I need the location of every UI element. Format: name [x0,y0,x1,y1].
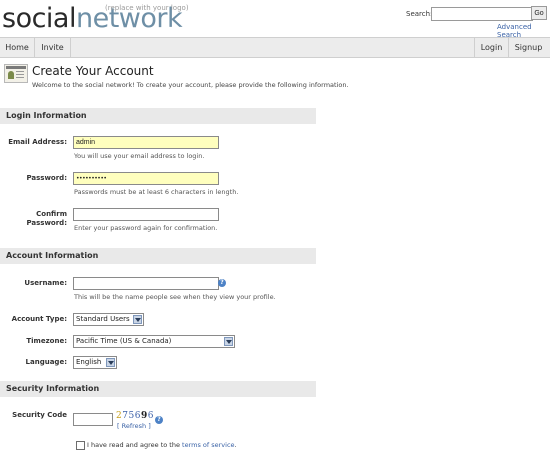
chevron-down-icon [224,337,233,346]
chevron-down-icon [133,315,142,324]
confirm-label-line2: Password: [26,219,67,227]
section-security-information: Security Information [0,381,316,397]
email-field[interactable] [73,136,219,149]
confirm-password-help: Enter your password again for confirmati… [74,224,218,232]
search-go-button[interactable]: Go [531,6,547,20]
chevron-down-icon [106,358,115,367]
help-icon[interactable]: ? [155,416,163,424]
agree-text: I have read and agree to the [87,441,183,449]
security-code-label: Security Code [12,411,67,419]
password-help: Passwords must be at least 6 characters … [74,188,239,196]
account-card-icon [4,64,28,83]
timezone-select[interactable]: Pacific Time (US & Canada) [73,335,235,348]
logo-note: (replace with your logo) [105,4,189,12]
search-label: Search: [406,10,433,18]
username-help: This will be the name people see when th… [74,293,276,301]
section-login-information: Login Information [0,108,316,124]
refresh-bracket-close: ] [146,422,151,430]
language-value: English [76,358,102,366]
username-label: Username: [24,279,67,287]
terms-agreement: I have read and agree to the terms of se… [87,441,237,449]
account-type-label: Account Type: [11,315,67,323]
language-select[interactable]: English [73,356,117,369]
captcha-char: 6 [147,411,154,421]
email-label: Email Address: [8,138,67,146]
nav-signup[interactable]: Signup [509,38,548,57]
search-input[interactable] [431,7,533,21]
confirm-label-line1: Confirm [36,210,67,218]
terms-checkbox[interactable] [76,441,85,450]
captcha-refresh: [ Refresh ] [117,422,151,430]
account-type-select[interactable]: Standard Users [73,313,144,326]
account-type-value: Standard Users [76,315,130,323]
nav-home[interactable]: Home [0,38,34,57]
section-account-information: Account Information [0,248,316,264]
username-field[interactable] [73,277,219,290]
security-code-field[interactable] [73,413,113,426]
refresh-captcha-link[interactable]: Refresh [122,422,147,430]
page-intro: Welcome to the social network! To create… [32,81,349,89]
password-label: Password: [26,174,67,182]
confirm-password-field[interactable] [73,208,219,221]
confirm-password-label: Confirm Password: [7,210,67,228]
email-help: You will use your email address to login… [74,152,205,160]
logo-social-text: social [2,3,76,34]
agree-end: . [234,441,237,449]
language-label: Language: [25,358,67,366]
nav-invite[interactable]: Invite [35,38,70,57]
captcha-char: 9 [140,411,148,421]
timezone-label: Timezone: [26,337,67,345]
page-title: Create Your Account [32,64,154,78]
nav-bar: Home Invite Login Signup [0,37,550,58]
nav-divider [70,38,71,57]
terms-of-service-link[interactable]: terms of service [182,441,235,449]
timezone-value: Pacific Time (US & Canada) [76,337,172,345]
captcha-image: 275696 [116,411,154,421]
nav-login[interactable]: Login [475,38,508,57]
help-icon[interactable]: ? [218,279,226,287]
password-field[interactable]: •••••••••• [73,172,219,185]
